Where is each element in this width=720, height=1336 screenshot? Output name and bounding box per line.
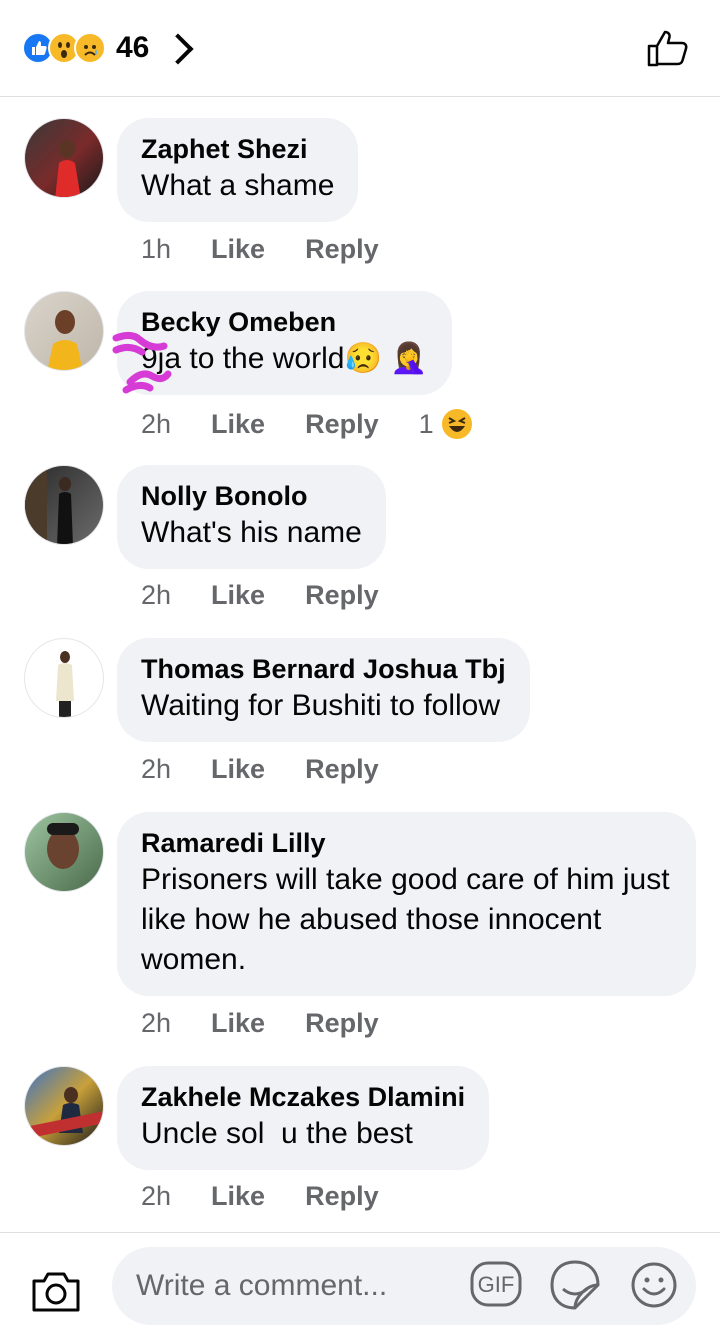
sad-icon — [74, 32, 106, 64]
emoji-icon[interactable] — [630, 1261, 678, 1309]
gif-label: GIF — [478, 1272, 515, 1297]
comment-text: Waiting for Bushiti to follow — [141, 689, 501, 722]
thumbs-up-outline-icon[interactable] — [646, 28, 690, 68]
reply-button[interactable]: Reply — [305, 580, 379, 611]
reply-button[interactable]: Reply — [305, 409, 379, 440]
avatar[interactable] — [24, 291, 104, 371]
comment-actions: 2h Like Reply 1 — [141, 407, 474, 441]
comment-text: 9ja to the world😥 🤦‍♀️ — [141, 342, 428, 375]
comment-time[interactable]: 2h — [141, 409, 171, 440]
like-button[interactable]: Like — [211, 754, 265, 785]
comment-author[interactable]: Zakhele Mczakes Dlamini — [141, 1080, 465, 1114]
comment-bubble[interactable]: Ramaredi Lilly Prisoners will take good … — [117, 812, 696, 996]
comment-author[interactable]: Becky Omeben — [141, 305, 428, 339]
avatar[interactable] — [24, 465, 104, 545]
comment-input[interactable] — [136, 1265, 466, 1307]
comment-text: Prisoners will take good care of him jus… — [141, 863, 670, 976]
comment-author[interactable]: Nolly Bonolo — [141, 479, 362, 513]
comment-time[interactable]: 2h — [141, 580, 171, 611]
chevron-right-icon[interactable] — [162, 33, 194, 65]
comment-bubble[interactable]: Nolly Bonolo What's his name — [117, 465, 386, 569]
like-button[interactable]: Like — [211, 234, 265, 265]
scribble-mark — [112, 331, 172, 394]
comment-time[interactable]: 2h — [141, 754, 171, 785]
sticker-icon[interactable] — [549, 1259, 601, 1311]
comment-bubble[interactable]: Zakhele Mczakes Dlamini Uncle sol u the … — [117, 1066, 490, 1170]
reactions-summary[interactable]: 46 — [22, 30, 194, 66]
avatar[interactable] — [24, 638, 104, 718]
comment-input-container[interactable]: GIF — [112, 1247, 696, 1325]
reply-button[interactable]: Reply — [305, 1181, 379, 1212]
comment-actions: 1h Like Reply — [141, 234, 379, 265]
like-button[interactable]: Like — [211, 1008, 265, 1039]
comment-bubble[interactable]: Thomas Bernard Joshua Tbj Waiting for Bu… — [117, 638, 530, 742]
comment-time[interactable]: 2h — [141, 1181, 171, 1212]
comment-actions: 2h Like Reply — [141, 1008, 379, 1039]
comment-author[interactable]: Thomas Bernard Joshua Tbj — [141, 652, 506, 686]
comment-reactions[interactable]: 1 — [419, 407, 474, 441]
reaction-count: 46 — [116, 31, 150, 64]
reply-button[interactable]: Reply — [305, 754, 379, 785]
comment-time[interactable]: 1h — [141, 234, 171, 265]
comment-author[interactable]: Ramaredi Lilly — [141, 826, 672, 860]
like-button[interactable]: Like — [211, 580, 265, 611]
comment-bubble[interactable]: Zaphet Shezi What a shame — [117, 118, 359, 222]
comment-author[interactable]: Zaphet Shezi — [141, 132, 334, 166]
like-button[interactable]: Like — [211, 1181, 265, 1212]
like-button[interactable]: Like — [211, 409, 265, 440]
avatar[interactable] — [24, 1066, 104, 1146]
gif-icon[interactable]: GIF — [470, 1261, 522, 1307]
comment-text: Uncle sol u the best — [141, 1117, 413, 1150]
comment-text: What a shame — [141, 169, 335, 202]
comment-composer: GIF — [0, 1232, 720, 1336]
comment-actions: 2h Like Reply — [141, 1181, 379, 1212]
comment-actions: 2h Like Reply — [141, 580, 379, 611]
laughing-icon — [439, 407, 474, 441]
comment-actions: 2h Like Reply — [141, 754, 379, 785]
avatar[interactable] — [24, 812, 104, 892]
comment-text: What's his name — [141, 516, 362, 549]
camera-icon[interactable] — [30, 1269, 82, 1313]
avatar[interactable] — [24, 118, 104, 198]
comment-time[interactable]: 2h — [141, 1008, 171, 1039]
comment-reaction-count: 1 — [418, 408, 434, 439]
reactions-header: 46 — [0, 0, 720, 97]
reply-button[interactable]: Reply — [305, 1008, 379, 1039]
reply-button[interactable]: Reply — [305, 234, 379, 265]
